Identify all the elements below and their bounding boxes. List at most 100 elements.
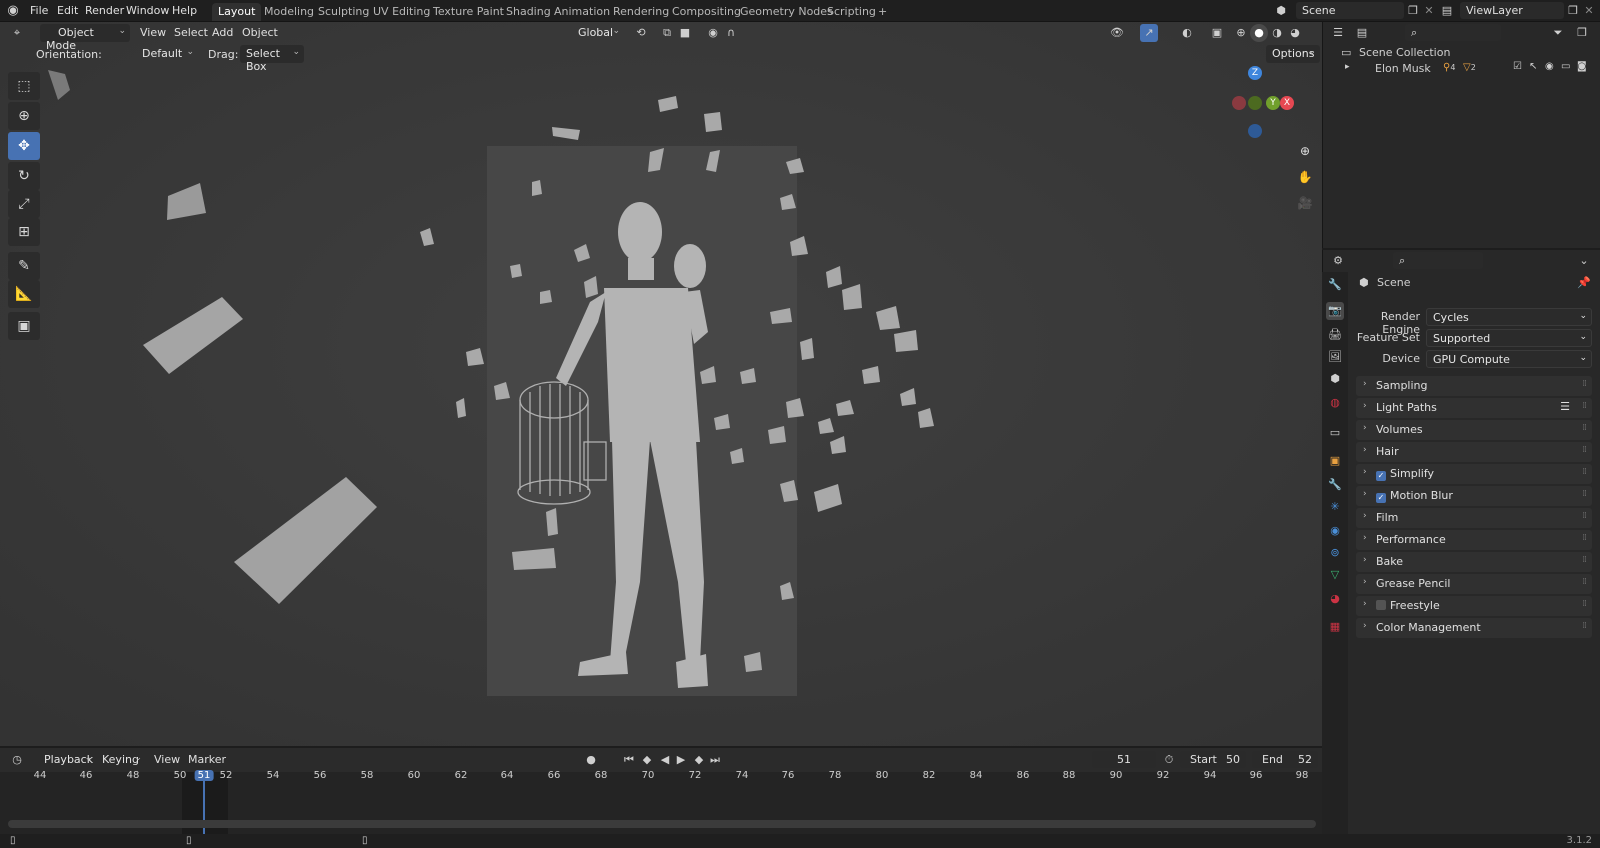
orientation-dropdown[interactable]: Default ⌄ xyxy=(120,45,198,63)
start-frame-field[interactable]: Start 50 xyxy=(1180,751,1246,768)
render-toggle-icon[interactable]: ◙ xyxy=(1577,61,1587,72)
tab-sculpting[interactable]: Sculpting xyxy=(312,3,375,21)
properties-editor-icon[interactable]: ⚙ xyxy=(1329,252,1347,270)
physics-tab-icon[interactable]: ◉ xyxy=(1326,522,1344,540)
outliner-search-input[interactable]: ⌕ xyxy=(1405,24,1501,41)
annotate-icon[interactable]: ✎ xyxy=(8,252,40,280)
gizmo-z-axis[interactable]: Z xyxy=(1248,66,1262,80)
menu-help[interactable]: Help xyxy=(172,4,197,17)
grip-icon[interactable]: ⁞⁞ xyxy=(1582,577,1587,587)
panel-volumes[interactable]: › Volumes ⁞⁞ xyxy=(1356,420,1592,440)
material-shading-icon[interactable]: ◑ xyxy=(1268,24,1286,42)
camera-icon[interactable]: 🎥 xyxy=(1294,192,1316,214)
grip-icon[interactable]: ⁞⁞ xyxy=(1582,489,1587,499)
grip-icon[interactable]: ⁞⁞ xyxy=(1582,599,1587,609)
texture-tab-icon[interactable]: ▦ xyxy=(1326,618,1344,636)
tab-texture-paint[interactable]: Texture Paint xyxy=(427,3,510,21)
tab-rendering[interactable]: Rendering xyxy=(607,3,675,21)
outliner-editor-icon[interactable]: ☰ xyxy=(1329,24,1347,42)
panel-simplify[interactable]: › ✓ Simplify ⁞⁞ xyxy=(1356,464,1592,484)
constraints-tab-icon[interactable]: ⊚ xyxy=(1326,544,1344,562)
stopwatch-icon[interactable]: ⏱ xyxy=(1160,751,1178,769)
overlay-icon[interactable]: ◐ xyxy=(1178,24,1196,42)
snap-icon[interactable]: ⧉ xyxy=(658,24,676,42)
select-toggle-icon[interactable]: ↖ xyxy=(1529,61,1537,72)
menu-object[interactable]: Object xyxy=(242,26,278,39)
tab-layout[interactable]: Layout xyxy=(212,3,262,21)
xray-icon[interactable]: ▣ xyxy=(1208,24,1226,42)
close-scene-icon[interactable]: ✕ xyxy=(1420,2,1438,20)
close-view-layer-icon[interactable]: ✕ xyxy=(1580,2,1598,20)
panel-grease-pencil[interactable]: › Grease Pencil ⁞⁞ xyxy=(1356,574,1592,594)
snap-target-icon[interactable]: ■ xyxy=(676,24,694,42)
grip-icon[interactable]: ⁞⁞ xyxy=(1582,621,1587,631)
menu-select[interactable]: Select xyxy=(174,26,208,39)
timeline-scrollbar[interactable] xyxy=(8,820,1316,828)
blender-logo-icon[interactable]: ◉ xyxy=(4,2,22,20)
measure-icon[interactable]: 📐 xyxy=(8,280,40,308)
grip-icon[interactable]: ⁞⁞ xyxy=(1582,467,1587,477)
grip-icon[interactable]: ⁞⁞ xyxy=(1582,445,1587,455)
grip-icon[interactable]: ⁞⁞ xyxy=(1582,533,1587,543)
view-layer-field[interactable]: ViewLayer xyxy=(1460,2,1564,19)
hand-icon[interactable]: ✋ xyxy=(1294,166,1316,188)
editor-type-icon[interactable]: ⌖ xyxy=(8,24,26,42)
gizmo-neg-x[interactable] xyxy=(1232,96,1246,110)
new-collection-icon[interactable]: ❐ xyxy=(1573,24,1591,42)
scale-icon[interactable]: ⤢ xyxy=(8,190,40,218)
add-workspace-button[interactable]: + xyxy=(872,3,893,21)
material-tab-icon[interactable]: ◕ xyxy=(1326,590,1344,608)
tool-tab-icon[interactable]: 🔧 xyxy=(1326,276,1344,294)
rotate-icon[interactable]: ↻ xyxy=(8,162,40,190)
scene-field[interactable]: Scene xyxy=(1296,2,1404,19)
current-frame-tick[interactable]: 51 xyxy=(194,770,214,781)
object-tab-icon[interactable]: ▣ xyxy=(1326,452,1344,470)
move-icon[interactable]: ✥ xyxy=(8,132,40,160)
gizmo-x-axis[interactable]: X xyxy=(1280,96,1294,110)
panel-bake[interactable]: › Bake ⁞⁞ xyxy=(1356,552,1592,572)
rendered-shading-icon[interactable]: ◕ xyxy=(1286,24,1304,42)
menu-render[interactable]: Render xyxy=(85,4,124,17)
collection-tab-icon[interactable]: ▭ xyxy=(1326,424,1344,442)
proportional-edit-icon[interactable]: ◉ xyxy=(704,24,722,42)
timeline-marker-menu[interactable]: Marker xyxy=(188,753,226,766)
grip-icon[interactable]: ⁞⁞ xyxy=(1582,511,1587,521)
mode-dropdown[interactable]: Object Mode ⌄ xyxy=(40,24,130,52)
panel-color-management[interactable]: › Color Management ⁞⁞ xyxy=(1356,618,1592,638)
grip-icon[interactable]: ⁞⁞ xyxy=(1582,401,1587,411)
record-icon[interactable]: ● xyxy=(582,751,600,769)
transform-icon[interactable]: ⊞ xyxy=(8,218,40,246)
gizmo-neg-z[interactable] xyxy=(1248,124,1262,138)
playback-menu[interactable]: Playback ⌄ xyxy=(38,751,96,769)
freestyle-checkbox[interactable] xyxy=(1376,600,1386,610)
timeline-view-menu[interactable]: View xyxy=(154,753,180,766)
panel-film[interactable]: › Film ⁞⁞ xyxy=(1356,508,1592,528)
eye-icon[interactable]: ◉ xyxy=(1545,61,1554,72)
jump-start-icon[interactable]: ⏮ xyxy=(620,751,638,769)
scene-icon[interactable]: ⬢ xyxy=(1272,2,1290,20)
view-layer-icon[interactable]: ▤ xyxy=(1438,2,1456,20)
jump-end-icon[interactable]: ⏭ xyxy=(706,751,724,769)
object-name[interactable]: Elon Musk xyxy=(1375,62,1431,75)
presets-icon[interactable]: ☰ xyxy=(1560,400,1570,413)
panel-light-paths[interactable]: › Light Paths ☰ ⁞⁞ xyxy=(1356,398,1592,418)
menu-file[interactable]: File xyxy=(30,4,48,17)
keying-menu[interactable]: Keying ⌄ xyxy=(96,751,146,769)
panel-freestyle[interactable]: › Freestyle ⁞⁞ xyxy=(1356,596,1592,616)
exclude-checkbox-icon[interactable]: ☑ xyxy=(1513,61,1522,72)
add-cube-icon[interactable]: ▣ xyxy=(8,312,40,340)
grip-icon[interactable]: ⁞⁞ xyxy=(1582,379,1587,389)
prev-keyframe-icon[interactable]: ◆ xyxy=(638,751,656,769)
chevron-down-icon[interactable]: ⌄ xyxy=(1575,252,1593,270)
transform-orientation-dropdown[interactable]: Global ⌄ xyxy=(560,24,624,42)
grip-icon[interactable]: ⁞⁞ xyxy=(1582,555,1587,565)
properties-search-input[interactable]: ⌕ xyxy=(1393,252,1483,269)
panel-performance[interactable]: › Performance ⁞⁞ xyxy=(1356,530,1592,550)
current-frame-field[interactable]: 51 xyxy=(1092,751,1156,768)
menu-edit[interactable]: Edit xyxy=(57,4,78,17)
data-tab-icon[interactable]: ▽ xyxy=(1326,566,1344,584)
cursor-icon[interactable]: ⊕ xyxy=(8,102,40,130)
panel-sampling[interactable]: › Sampling ⁞⁞ xyxy=(1356,376,1592,396)
3d-viewport[interactable] xyxy=(0,22,1322,746)
scene-tab-icon[interactable]: ⬢ xyxy=(1326,370,1344,388)
